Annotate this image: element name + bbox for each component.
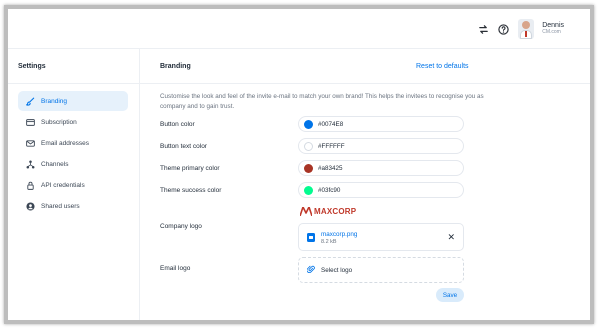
- envelope-icon: [26, 139, 35, 148]
- select-logo-dropzone[interactable]: Select logo: [298, 257, 464, 283]
- theme-success-color-field[interactable]: #03fc90: [298, 182, 464, 198]
- help-icon[interactable]: [496, 22, 510, 36]
- company-logo-label: Company logo: [160, 223, 202, 230]
- lock-icon: [26, 181, 35, 190]
- company-logo-preview: MAXCORP: [300, 206, 356, 216]
- card-icon: [26, 118, 35, 127]
- image-file-icon: [307, 233, 315, 242]
- sidebar-title: Settings: [18, 63, 46, 70]
- sidebar-item-label: Branding: [41, 97, 68, 105]
- button-text-color-label: Button text color: [160, 143, 207, 150]
- sidebar-item-label: Subscription: [41, 118, 77, 126]
- color-swatch[interactable]: [304, 119, 313, 129]
- company-logo-file: maxcorp.png 8.2 kB ✕: [298, 223, 464, 251]
- switch-arrows-icon[interactable]: [476, 22, 490, 36]
- branding-panel: Branding Reset to defaults Customise the…: [140, 49, 590, 320]
- sidebar-item-email-addresses[interactable]: Email addresses: [18, 133, 128, 153]
- save-button[interactable]: Save: [436, 288, 464, 302]
- branding-description: Customise the look and feel of the invit…: [160, 93, 484, 110]
- sidebar: Settings Branding Subscription Email add…: [8, 49, 140, 320]
- theme-primary-color-field[interactable]: #a83425: [298, 160, 464, 176]
- color-value: #FFFFFF: [318, 142, 345, 150]
- sidebar-item-label: API credentials: [41, 181, 85, 189]
- sidebar-item-channels[interactable]: Channels: [18, 154, 128, 174]
- user-menu[interactable]: Dennis CM.com: [518, 17, 564, 41]
- channels-icon: [26, 160, 35, 169]
- close-icon[interactable]: ✕: [447, 232, 455, 242]
- color-value: #a83425: [318, 164, 343, 172]
- file-name[interactable]: maxcorp.png: [321, 231, 357, 238]
- button-color-label: Button color: [160, 121, 195, 128]
- sidebar-item-branding[interactable]: Branding: [18, 91, 128, 111]
- page-title: Branding: [160, 63, 191, 70]
- sidebar-item-label: Shared users: [41, 202, 80, 210]
- button-color-field[interactable]: #0074E8: [298, 116, 464, 132]
- file-size: 8.2 kB: [321, 239, 337, 245]
- brush-icon: [26, 97, 35, 106]
- sidebar-item-shared-users[interactable]: Shared users: [18, 196, 128, 216]
- sidebar-item-label: Channels: [41, 160, 69, 168]
- sidebar-item-subscription[interactable]: Subscription: [18, 112, 128, 132]
- logo-brand-text: MAXCORP: [314, 206, 357, 216]
- app-window: Dennis CM.com Settings Branding Subscrip…: [4, 5, 594, 324]
- color-swatch[interactable]: [304, 163, 313, 173]
- color-swatch[interactable]: [304, 185, 313, 195]
- color-swatch[interactable]: [304, 141, 313, 151]
- color-value: #0074E8: [318, 120, 344, 128]
- user-org: CM.com: [542, 29, 561, 36]
- color-value: #03fc90: [318, 186, 341, 194]
- theme-primary-color-label: Theme primary color: [160, 165, 220, 172]
- button-text-color-field[interactable]: #FFFFFF: [298, 138, 464, 154]
- reset-defaults-link[interactable]: Reset to defaults: [416, 63, 469, 70]
- sidebar-item-label: Email addresses: [41, 139, 90, 147]
- paperclip-icon: [306, 265, 315, 276]
- theme-success-color-label: Theme success color: [160, 187, 222, 194]
- avatar: [518, 19, 535, 39]
- user-circle-icon: [26, 201, 35, 211]
- select-logo-label: Select logo: [321, 266, 353, 274]
- sidebar-nav: Branding Subscription Email addresses Ch…: [18, 91, 128, 217]
- sidebar-item-api-credentials[interactable]: API credentials: [18, 175, 128, 195]
- email-logo-label: Email logo: [160, 265, 191, 272]
- top-bar: Dennis CM.com: [8, 9, 590, 49]
- maxcorp-logo-icon: [300, 206, 312, 216]
